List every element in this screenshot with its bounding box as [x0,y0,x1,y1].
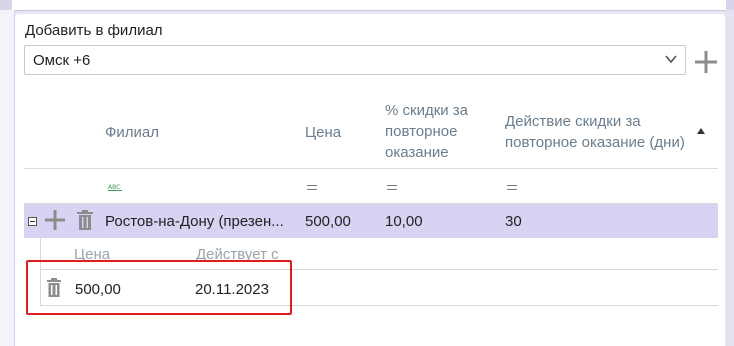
equals-filter-icon[interactable] [387,185,397,191]
sort-ascending-icon [697,128,705,134]
row-price-cell: 500,00 [305,213,351,230]
plus-icon[interactable] [694,50,718,74]
svg-text:ABC: ABC [108,184,120,191]
grid-header: Филиал Цена % скидки за повторное оказан… [24,98,718,168]
chevron-down-icon[interactable] [663,51,679,67]
branch-select[interactable]: Омск +6 [24,45,686,75]
column-header-discount[interactable]: % скидки за повторное оказание [385,100,495,163]
row-discount-days-cell: 30 [505,213,522,230]
trash-icon[interactable] [76,210,94,231]
branch-pricing-panel: Добавить в филиал Омск +6 Филиал Цена % … [15,14,725,346]
column-header-branch[interactable]: Филиал [105,122,159,143]
equals-filter-icon[interactable] [307,185,317,191]
left-sidebar-edge [0,10,15,346]
top-bar-inner [12,0,726,11]
add-branch-label: Добавить в филиал [25,22,163,39]
column-header-price[interactable]: Цена [305,122,341,143]
column-header-discount-days[interactable]: Действие скидки за повторное оказание (д… [505,111,705,153]
equals-filter-icon[interactable] [507,185,517,191]
filter-row [24,169,718,203]
collapse-icon[interactable] [28,217,37,226]
abc-filter-icon[interactable]: ABC [108,182,122,192]
annotation-highlight-box [26,260,292,315]
row-discount-cell: 10,00 [385,213,423,230]
branch-select-value: Омск +6 [33,52,91,69]
right-scroll-edge [726,10,734,346]
row-branch-cell: Ростов-на-Дону (презен... [105,213,284,230]
plus-icon[interactable] [44,209,66,231]
top-bar [0,0,734,11]
